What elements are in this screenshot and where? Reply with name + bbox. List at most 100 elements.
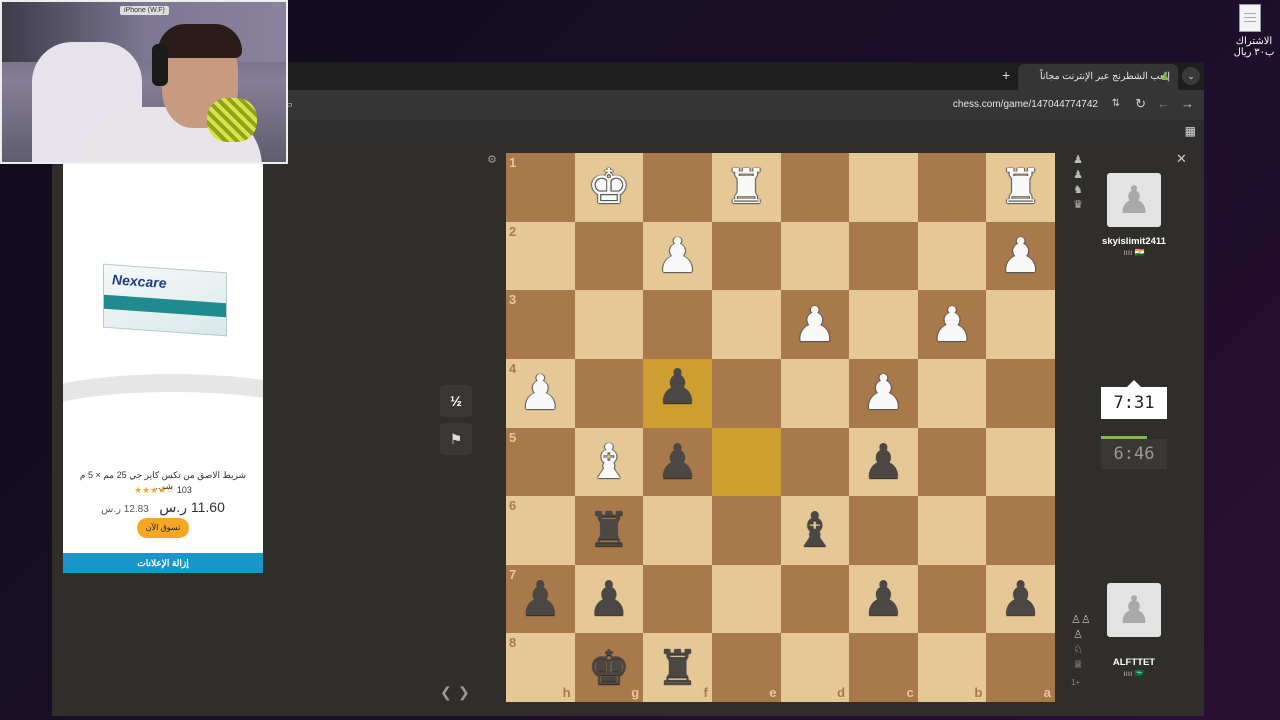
square-d5[interactable]: [780, 427, 850, 497]
square-c1[interactable]: [849, 153, 918, 222]
black-pawn-icon[interactable]: ♟: [849, 565, 918, 634]
resign-flag-icon[interactable]: ⚑: [440, 423, 472, 455]
square-h6[interactable]: 6: [506, 496, 575, 565]
square-g6[interactable]: ♜: [574, 496, 644, 565]
square-b3[interactable]: ♟: [917, 290, 987, 359]
white-pawn-icon[interactable]: ♟: [986, 222, 1055, 291]
reload-icon[interactable]: ↻: [1135, 96, 1146, 112]
player-avatar[interactable]: ♟: [1107, 583, 1161, 637]
square-f5[interactable]: ♟: [643, 427, 712, 497]
square-b5[interactable]: [917, 427, 987, 497]
remove-ads-button[interactable]: إزالة الإعلانات: [63, 553, 263, 573]
white-rook-icon[interactable]: ♜: [986, 153, 1055, 222]
opponent-avatar[interactable]: ♟: [1107, 173, 1161, 227]
square-f7[interactable]: [643, 564, 712, 634]
square-f1[interactable]: [643, 153, 712, 222]
square-b8[interactable]: b: [917, 633, 987, 702]
square-h2[interactable]: 2: [506, 221, 575, 291]
square-c6[interactable]: [849, 496, 918, 565]
white-pawn-icon[interactable]: ♟: [643, 222, 712, 291]
square-a3[interactable]: [986, 290, 1055, 359]
square-a4[interactable]: [986, 358, 1055, 428]
offer-draw-button[interactable]: ½: [440, 385, 472, 417]
square-c8[interactable]: c: [849, 633, 918, 702]
black-pawn-icon[interactable]: ♟: [506, 565, 575, 634]
square-h8[interactable]: 8h: [506, 633, 575, 702]
square-b1[interactable]: [917, 153, 987, 222]
square-b7[interactable]: [917, 564, 987, 634]
tab-search-icon[interactable]: ⌄: [1182, 67, 1200, 85]
board-settings-gear-icon[interactable]: ⚙: [487, 153, 497, 166]
white-pawn-icon[interactable]: ♟: [506, 359, 575, 428]
square-e1[interactable]: ♜: [711, 153, 781, 222]
previous-move-chevron-icon[interactable]: ❮: [440, 684, 452, 701]
player-name[interactable]: ALFTTET: [1092, 657, 1176, 668]
square-a7[interactable]: ♟: [986, 564, 1055, 634]
square-f3[interactable]: [643, 290, 712, 359]
square-g2[interactable]: [574, 221, 644, 291]
square-g7[interactable]: ♟: [574, 564, 644, 634]
back-icon[interactable]: ←: [1157, 96, 1170, 111]
square-d2[interactable]: [780, 221, 850, 291]
white-pawn-icon[interactable]: ♟: [918, 290, 987, 359]
square-g5[interactable]: ♝: [574, 427, 644, 497]
square-e2[interactable]: [711, 221, 781, 291]
square-e5[interactable]: [711, 427, 781, 497]
square-g8[interactable]: g ♚: [574, 633, 644, 702]
square-d3[interactable]: ♟: [780, 290, 850, 359]
white-pawn-icon[interactable]: ♟: [849, 359, 918, 428]
square-f6[interactable]: [643, 496, 712, 565]
white-king-icon[interactable]: ♚: [575, 153, 644, 222]
square-e7[interactable]: [711, 564, 781, 634]
square-d7[interactable]: [780, 564, 850, 634]
square-c2[interactable]: [849, 221, 918, 291]
square-c7[interactable]: ♟: [849, 564, 918, 634]
square-f8[interactable]: f ♜: [643, 633, 712, 702]
black-pawn-icon[interactable]: ♟: [643, 353, 712, 422]
black-king-icon[interactable]: ♚: [575, 633, 644, 702]
square-e4[interactable]: [711, 358, 781, 428]
square-d1[interactable]: [780, 153, 850, 222]
opponent-name[interactable]: skyislimit2411: [1092, 236, 1176, 247]
next-move-chevron-icon[interactable]: ❯: [458, 684, 470, 701]
square-c4[interactable]: ♟: [849, 358, 918, 428]
square-g3[interactable]: [574, 290, 644, 359]
square-g4[interactable]: [574, 358, 644, 428]
square-b2[interactable]: [917, 221, 987, 291]
desktop-file-icon[interactable]: الاشتراك ب٣٠ ريال: [1228, 4, 1280, 58]
square-b6[interactable]: [917, 496, 987, 565]
square-c3[interactable]: [849, 290, 918, 359]
square-a8[interactable]: a: [986, 633, 1055, 702]
square-h1[interactable]: 1: [506, 153, 575, 222]
square-c5[interactable]: ♟: [849, 427, 918, 497]
square-a6[interactable]: [986, 496, 1055, 565]
advertisement[interactable]: Nexcare شريط الاصق من تكس كاير جي 25 مم …: [63, 164, 263, 573]
ad-shop-button[interactable]: تسوق الآن: [137, 518, 189, 538]
new-tab-button[interactable]: +: [1002, 67, 1010, 83]
black-bishop-icon[interactable]: ♝: [781, 496, 850, 565]
square-h5[interactable]: 5: [506, 427, 575, 497]
black-pawn-icon[interactable]: ♟: [986, 565, 1055, 634]
square-e3[interactable]: [711, 290, 781, 359]
forward-icon[interactable]: →: [1181, 96, 1194, 111]
square-h3[interactable]: 3: [506, 290, 575, 359]
white-bishop-icon[interactable]: ♝: [575, 428, 644, 497]
square-f4[interactable]: ♟: [643, 358, 712, 428]
square-b4[interactable]: [917, 358, 987, 428]
close-panel-icon[interactable]: ✕: [1176, 151, 1187, 167]
black-pawn-icon[interactable]: ♟: [575, 565, 644, 634]
white-rook-icon[interactable]: ♜: [712, 153, 781, 222]
square-h7[interactable]: 7 ♟: [506, 564, 575, 634]
white-pawn-icon[interactable]: ♟: [781, 290, 850, 359]
black-rook-icon[interactable]: ♜: [643, 633, 712, 702]
black-pawn-icon[interactable]: ♟: [643, 428, 712, 497]
square-a2[interactable]: ♟: [986, 221, 1055, 291]
tune-icon[interactable]: ⇅: [1112, 98, 1120, 109]
square-e8[interactable]: e: [711, 633, 781, 702]
square-h4[interactable]: 4 ♟: [506, 358, 575, 428]
chess-board[interactable]: 1 ♚ ♜ ♜ 2 ♟ ♟ 3 ♟ ♟ 4 ♟ ♟ ♟ 5 ♝ ♟ ♟ 6 ♜ ♝ 7 ♟ ♟ ♟ ♟ 8 h g ♚ f ♜ e d c b a: [506, 153, 1055, 702]
square-a5[interactable]: [986, 427, 1055, 497]
tab-chess[interactable]: ♟ إلعب الشطرنج عبر الإنترنت مجاناً: [1018, 64, 1178, 90]
square-f2[interactable]: ♟: [643, 221, 712, 291]
square-d4[interactable]: [780, 358, 850, 428]
